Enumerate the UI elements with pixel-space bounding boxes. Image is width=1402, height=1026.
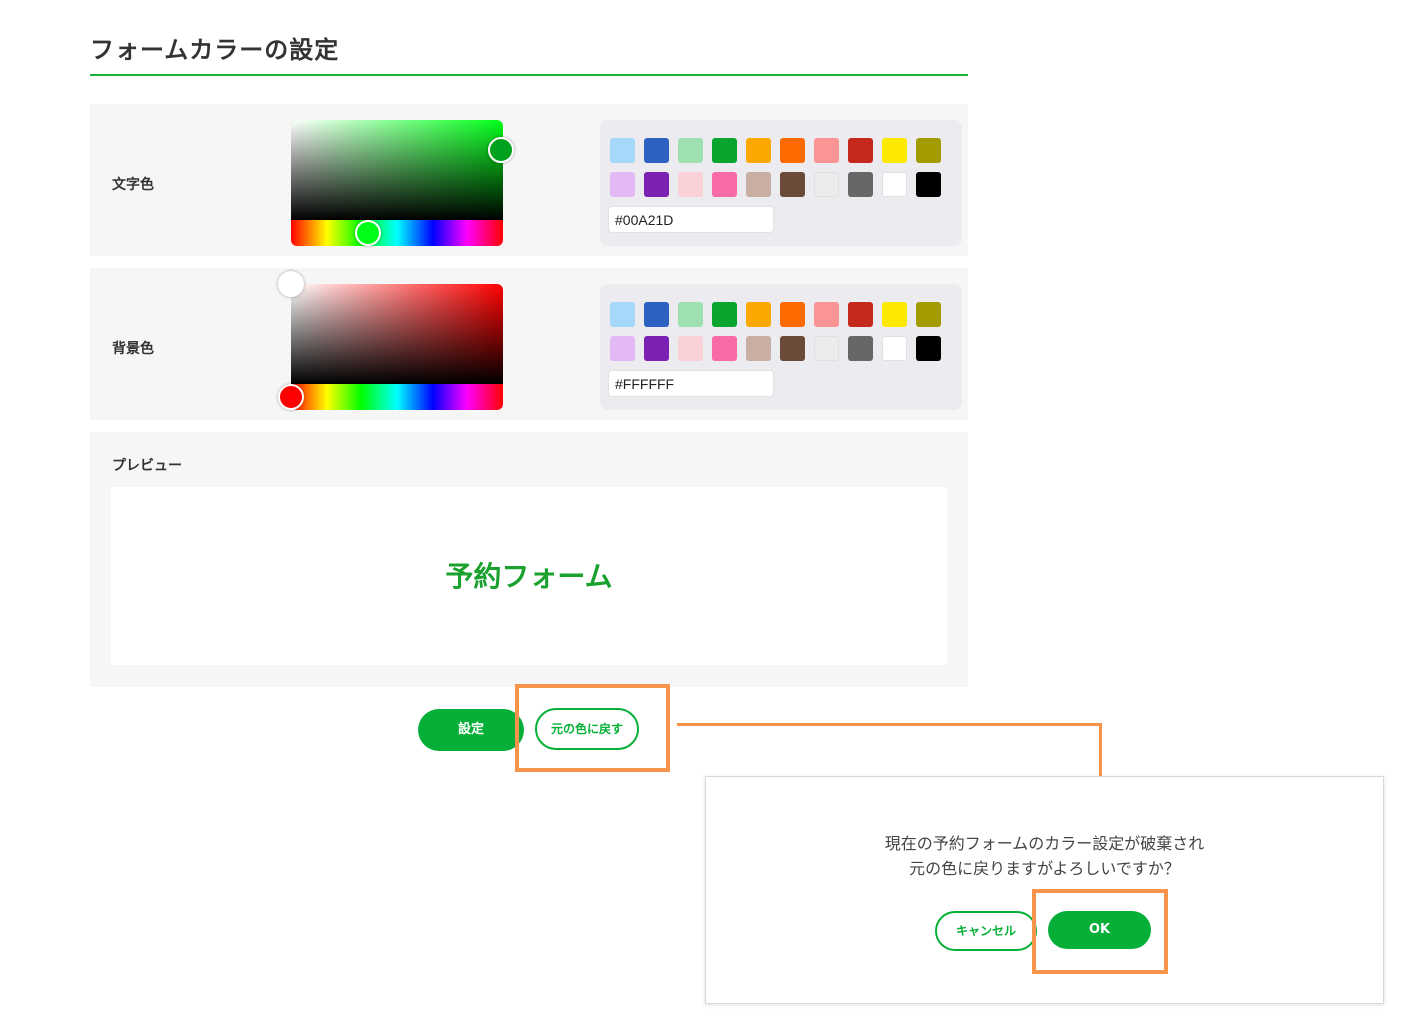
text-color-label: 文字色 bbox=[112, 177, 154, 193]
background-color-swatch[interactable] bbox=[780, 336, 805, 361]
background-color-swatch[interactable] bbox=[644, 302, 669, 327]
text-color-swatch[interactable] bbox=[644, 172, 669, 197]
text-color-swatch[interactable] bbox=[780, 138, 805, 163]
text-color-swatch[interactable] bbox=[610, 138, 635, 163]
text-color-swatch[interactable] bbox=[678, 172, 703, 197]
background-color-hue-slider[interactable] bbox=[291, 384, 503, 410]
text-color-swatch[interactable] bbox=[916, 172, 941, 197]
text-color-swatch[interactable] bbox=[712, 172, 737, 197]
background-color-label: 背景色 bbox=[112, 341, 154, 357]
text-color-palette bbox=[600, 120, 962, 246]
text-color-saturation-area[interactable] bbox=[291, 120, 503, 220]
set-button[interactable]: 設定 bbox=[418, 709, 524, 751]
background-color-swatch[interactable] bbox=[644, 336, 669, 361]
text-color-hue-handle[interactable] bbox=[355, 220, 381, 246]
text-color-swatch[interactable] bbox=[610, 172, 635, 197]
background-color-hue-handle[interactable] bbox=[278, 384, 304, 410]
annotation-connector-horizontal bbox=[677, 723, 1102, 726]
background-color-hex-input[interactable] bbox=[608, 370, 774, 397]
text-color-saturation-handle[interactable] bbox=[488, 137, 514, 163]
background-color-swatch[interactable] bbox=[882, 336, 907, 361]
text-color-swatch[interactable] bbox=[848, 138, 873, 163]
text-color-swatch[interactable] bbox=[882, 138, 907, 163]
text-color-swatch[interactable] bbox=[848, 172, 873, 197]
text-color-swatch[interactable] bbox=[780, 172, 805, 197]
background-color-saturation-area[interactable] bbox=[291, 284, 503, 384]
background-color-swatch[interactable] bbox=[610, 302, 635, 327]
preview-sample-text: 予約フォーム bbox=[445, 560, 613, 593]
background-color-swatch[interactable] bbox=[780, 302, 805, 327]
background-color-swatch[interactable] bbox=[916, 302, 941, 327]
cancel-button[interactable]: キャンセル bbox=[935, 911, 1037, 951]
background-color-swatch[interactable] bbox=[746, 336, 771, 361]
background-color-swatch[interactable] bbox=[678, 302, 703, 327]
text-color-swatch[interactable] bbox=[814, 138, 839, 163]
dialog-message-line1: 現在の予約フォームのカラー設定が破棄され bbox=[884, 834, 1205, 853]
preview-label: プレビュー bbox=[112, 458, 182, 474]
text-color-swatch[interactable] bbox=[746, 172, 771, 197]
background-color-saturation-handle[interactable] bbox=[278, 271, 304, 297]
background-color-swatch[interactable] bbox=[712, 336, 737, 361]
text-color-hue-slider[interactable] bbox=[291, 220, 503, 246]
text-color-hex-input[interactable] bbox=[608, 206, 774, 233]
ok-button-highlight bbox=[1032, 889, 1168, 974]
title-divider bbox=[90, 74, 968, 76]
background-color-swatch[interactable] bbox=[814, 302, 839, 327]
background-color-swatch[interactable] bbox=[712, 302, 737, 327]
text-color-swatch[interactable] bbox=[746, 138, 771, 163]
reset-button-highlight bbox=[515, 684, 670, 772]
text-color-swatch[interactable] bbox=[814, 172, 839, 197]
background-color-swatch[interactable] bbox=[610, 336, 635, 361]
text-color-swatch[interactable] bbox=[644, 138, 669, 163]
text-color-swatch[interactable] bbox=[882, 172, 907, 197]
page-title: フォームカラーの設定 bbox=[90, 36, 340, 64]
text-color-picker bbox=[291, 120, 514, 246]
background-color-swatch[interactable] bbox=[848, 302, 873, 327]
background-color-palette bbox=[600, 284, 962, 410]
background-color-row: 背景色 bbox=[90, 268, 968, 420]
background-color-picker bbox=[278, 271, 503, 410]
dialog-message-line2: 元の色に戻りますがよろしいですか？ bbox=[909, 859, 1180, 878]
background-color-swatch[interactable] bbox=[916, 336, 941, 361]
text-color-row: 文字色 bbox=[90, 104, 968, 256]
background-color-swatch[interactable] bbox=[746, 302, 771, 327]
text-color-swatch[interactable] bbox=[678, 138, 703, 163]
background-color-swatch[interactable] bbox=[882, 302, 907, 327]
background-color-swatch[interactable] bbox=[678, 336, 703, 361]
background-color-swatch[interactable] bbox=[814, 336, 839, 361]
text-color-swatch[interactable] bbox=[712, 138, 737, 163]
background-color-swatch[interactable] bbox=[848, 336, 873, 361]
text-color-swatch[interactable] bbox=[916, 138, 941, 163]
